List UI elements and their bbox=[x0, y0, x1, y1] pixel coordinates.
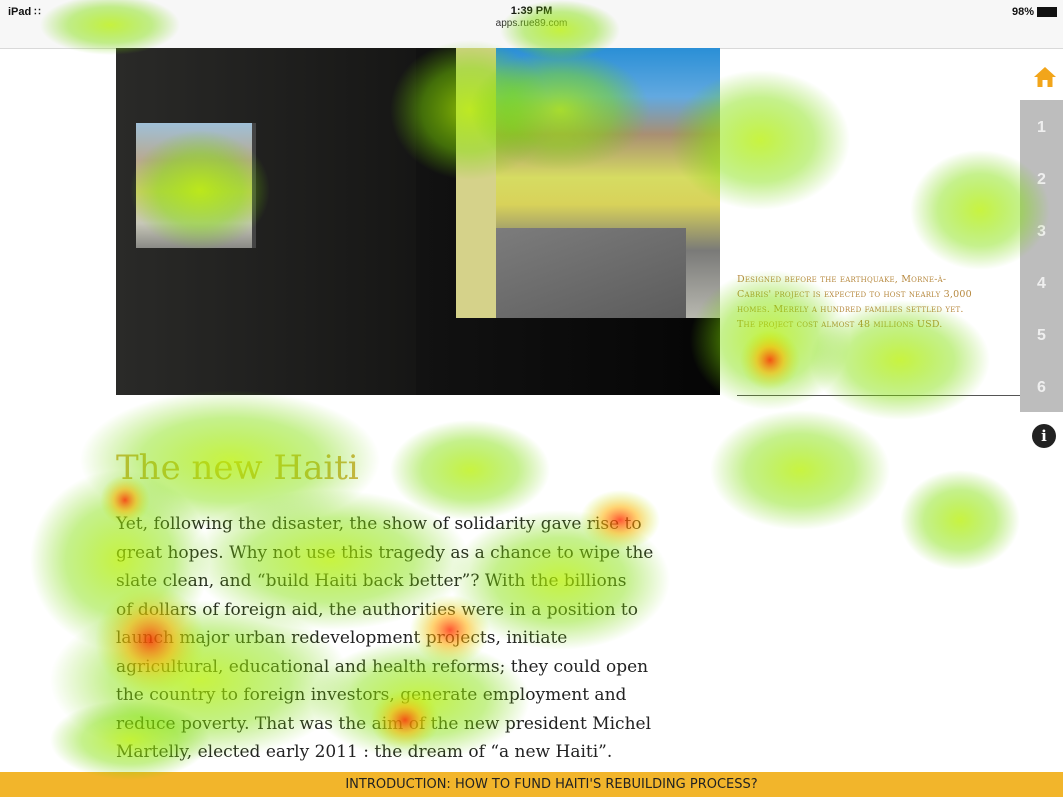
home-button[interactable] bbox=[1030, 58, 1060, 96]
body-line: slate clean, and “build Haiti back bette… bbox=[116, 571, 627, 591]
article-body: Yet, following the disaster, the show of… bbox=[116, 510, 726, 767]
body-line: Martelly, elected early 2011 : the dream… bbox=[116, 742, 613, 762]
battery-status: 98% bbox=[1012, 6, 1057, 18]
photo-road bbox=[496, 228, 686, 318]
nav-item-1[interactable]: 1 bbox=[1020, 102, 1063, 154]
battery-percent: 98% bbox=[1011, 6, 1034, 18]
chapter-nav: 1 2 3 4 5 6 bbox=[1020, 100, 1063, 412]
body-line: Yet, following the disaster, the show of… bbox=[116, 514, 642, 534]
next-chapter-label: INTRODUCTION: HOW TO FUND HAITI'S REBUIL… bbox=[345, 777, 758, 792]
body-line: launch major urban redevelopment project… bbox=[116, 628, 568, 648]
body-line: agricultural, educational and health ref… bbox=[116, 656, 649, 677]
battery-icon bbox=[1037, 7, 1057, 17]
hero-photo bbox=[116, 48, 720, 395]
info-icon[interactable]: i bbox=[1032, 424, 1056, 448]
body-line: reduce poverty. That was the aim of the … bbox=[116, 713, 652, 734]
nav-item-6[interactable]: 6 bbox=[1020, 362, 1063, 414]
url-bar[interactable]: apps.rue89.com bbox=[0, 18, 1063, 29]
photo-caption: Designed before the earthquake, Morne-à-… bbox=[737, 274, 972, 330]
home-icon bbox=[1034, 67, 1056, 87]
clock: 1:39 PM bbox=[510, 5, 553, 17]
body-line: the country to foreign investors, genera… bbox=[116, 685, 627, 705]
nav-item-2[interactable]: 2 bbox=[1020, 154, 1063, 206]
status-bar: iPad ∷ 1:39 PM apps.rue89.com 98% bbox=[0, 0, 1063, 49]
body-line: great hopes. Why not use this tragedy as… bbox=[116, 542, 654, 563]
body-line: of dollars of foreign aid, the authoriti… bbox=[116, 599, 638, 620]
article-title: The new Haiti bbox=[116, 448, 359, 488]
nav-item-5[interactable]: 5 bbox=[1020, 310, 1063, 362]
next-chapter-bar[interactable]: INTRODUCTION: HOW TO FUND HAITI'S REBUIL… bbox=[0, 772, 1063, 797]
caption-divider bbox=[737, 395, 1022, 396]
info-glyph: i bbox=[1041, 427, 1047, 445]
nav-item-4[interactable]: 4 bbox=[1020, 258, 1063, 310]
photo-window-left bbox=[136, 123, 256, 248]
nav-item-3[interactable]: 3 bbox=[1020, 206, 1063, 258]
status-center: 1:39 PM apps.rue89.com bbox=[0, 5, 1063, 29]
